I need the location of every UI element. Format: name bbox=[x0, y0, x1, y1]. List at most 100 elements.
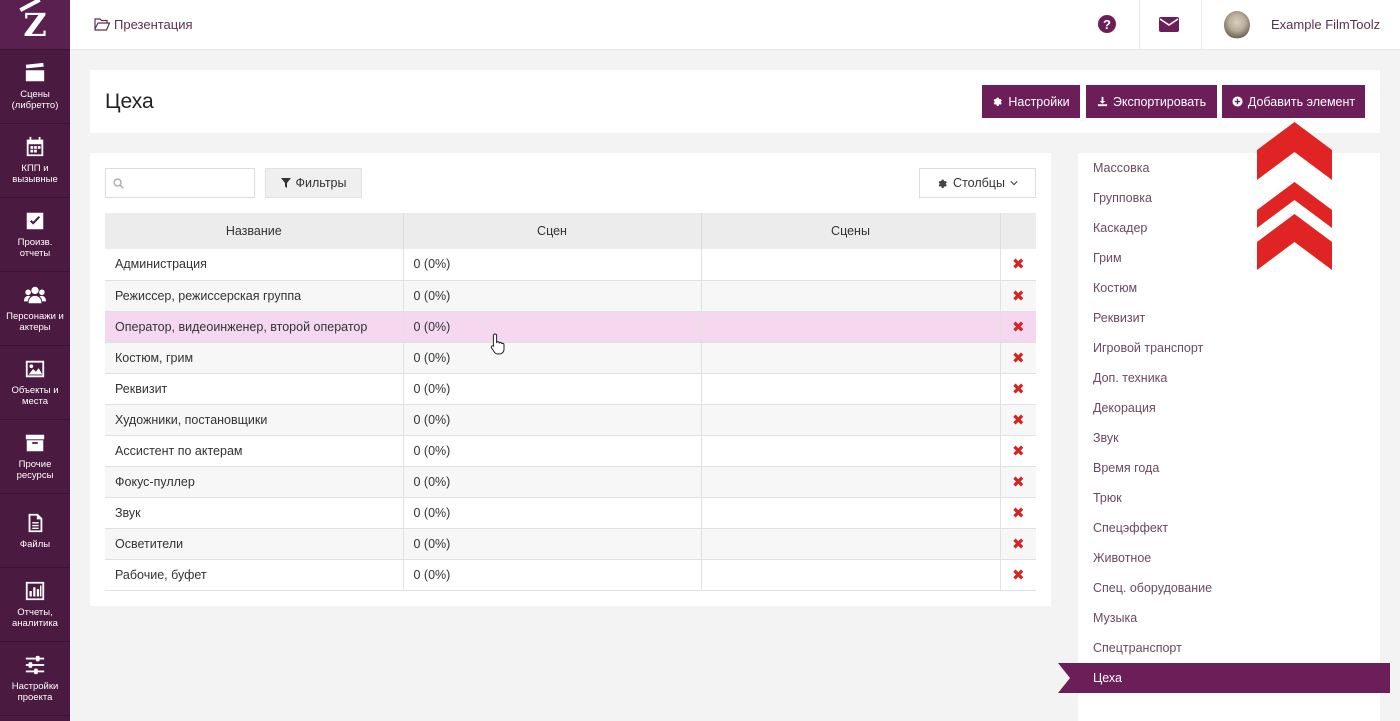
sidebar-item-locations[interactable]: Объекты и места bbox=[0, 346, 70, 420]
cell-scenes bbox=[701, 404, 1001, 436]
cell-scenes bbox=[701, 342, 1001, 374]
cell-name: Режиссер, режиссерская группа bbox=[105, 280, 404, 312]
delete-icon[interactable]: ✖ bbox=[1012, 412, 1025, 429]
cell-scenes bbox=[701, 280, 1001, 312]
category-item[interactable]: Игровой транспорт bbox=[1093, 341, 1203, 355]
delete-icon[interactable]: ✖ bbox=[1012, 443, 1025, 460]
category-item[interactable]: Время года bbox=[1093, 461, 1159, 475]
user-name[interactable]: Example FilmToolz bbox=[1271, 17, 1380, 32]
cell-count: 0 (0%) bbox=[403, 342, 702, 374]
app-logo[interactable]: Z bbox=[0, 0, 70, 50]
delete-icon[interactable]: ✖ bbox=[1012, 319, 1025, 336]
sidebar-item-label: Файлы bbox=[19, 538, 51, 550]
filter-button[interactable]: Фильтры bbox=[265, 168, 362, 198]
delete-icon[interactable]: ✖ bbox=[1012, 256, 1025, 273]
cell-scenes bbox=[701, 466, 1001, 498]
avatar[interactable] bbox=[1224, 11, 1250, 39]
table-row[interactable]: Звук 0 (0%) ✖ bbox=[105, 497, 1036, 529]
table-row[interactable]: Фокус-пуллер 0 (0%) ✖ bbox=[105, 466, 1036, 498]
category-item[interactable]: Трюк bbox=[1093, 491, 1122, 505]
column-header-actions bbox=[1000, 213, 1036, 249]
add-element-button[interactable]: Добавить элемент bbox=[1222, 85, 1365, 118]
search-icon bbox=[113, 178, 124, 189]
page-header: Цеха Настройки Экспортировать Добавить э… bbox=[90, 70, 1380, 133]
sidebar-item-reports[interactable]: Произв. отчеты bbox=[0, 198, 70, 272]
delete-cell: ✖ bbox=[1000, 280, 1036, 312]
category-item[interactable]: Звук bbox=[1093, 431, 1119, 445]
category-item[interactable]: Групповка bbox=[1093, 191, 1152, 205]
delete-icon[interactable]: ✖ bbox=[1012, 350, 1025, 367]
category-item[interactable]: Декорация bbox=[1093, 401, 1156, 415]
cell-name: Костюм, грим bbox=[105, 342, 404, 374]
page-title: Цеха bbox=[105, 90, 154, 113]
sidebar-item-analytics[interactable]: Отчеты, аналитика bbox=[0, 568, 70, 642]
sidebar-item-characters[interactable]: Персонажи и актеры bbox=[0, 272, 70, 346]
category-item[interactable]: Спец. оборудование bbox=[1093, 581, 1212, 595]
category-item[interactable]: Животное bbox=[1093, 551, 1151, 565]
sidebar-item-scenes[interactable]: Сцены (либретто) bbox=[0, 50, 70, 124]
category-item-active[interactable]: Цеха bbox=[1058, 663, 1390, 693]
breadcrumb[interactable]: Презентация bbox=[94, 17, 193, 32]
envelope-icon[interactable] bbox=[1159, 17, 1179, 32]
table-row[interactable]: Режиссер, режиссерская группа 0 (0%) ✖ bbox=[105, 280, 1036, 312]
gear-icon bbox=[938, 179, 947, 188]
cell-scenes bbox=[701, 373, 1001, 405]
table-row[interactable]: Оператор, видеоинженер, второй оператор 0… bbox=[105, 311, 1036, 343]
chevron-down-icon bbox=[1010, 181, 1018, 186]
cell-name: Осветители bbox=[105, 528, 404, 560]
cell-name: Администрация bbox=[105, 249, 404, 281]
delete-cell: ✖ bbox=[1000, 404, 1036, 436]
download-icon bbox=[1097, 96, 1107, 107]
column-header-name[interactable]: Название bbox=[105, 213, 404, 249]
sidebar-item-resources[interactable]: Прочие ресурсы bbox=[0, 420, 70, 494]
search-input[interactable] bbox=[128, 169, 253, 197]
table-row[interactable]: Ассистент по актерам 0 (0%) ✖ bbox=[105, 435, 1036, 467]
category-item[interactable]: Музыка bbox=[1093, 611, 1137, 625]
delete-cell: ✖ bbox=[1000, 528, 1036, 560]
delete-cell: ✖ bbox=[1000, 466, 1036, 498]
chevron-up-annotation-icon bbox=[1257, 122, 1332, 270]
category-item[interactable]: Спецтранспорт bbox=[1093, 641, 1182, 655]
column-header-scenes[interactable]: Сцены bbox=[701, 213, 1001, 249]
table-row[interactable]: Костюм, грим 0 (0%) ✖ bbox=[105, 342, 1036, 374]
sidebar-item-label: КПП и вызывные bbox=[12, 163, 58, 185]
delete-icon[interactable]: ✖ bbox=[1012, 474, 1025, 491]
delete-icon[interactable]: ✖ bbox=[1012, 505, 1025, 522]
sidebar-item-files[interactable]: Файлы bbox=[0, 494, 70, 568]
export-button-label: Экспортировать bbox=[1112, 94, 1207, 109]
delete-icon[interactable]: ✖ bbox=[1012, 567, 1025, 584]
settings-button[interactable]: Настройки bbox=[982, 85, 1080, 118]
category-item[interactable]: Массовка bbox=[1093, 161, 1149, 175]
cell-count: 0 (0%) bbox=[403, 528, 702, 560]
sidebar-item-label: Персонажи и актеры bbox=[6, 311, 64, 333]
cell-name: Фокус-пуллер bbox=[105, 466, 404, 498]
table-row[interactable]: Реквизит 0 (0%) ✖ bbox=[105, 373, 1036, 405]
table-row[interactable]: Администрация 0 (0%) ✖ bbox=[105, 249, 1036, 281]
table-row[interactable]: Рабочие, буфет 0 (0%) ✖ bbox=[105, 559, 1036, 591]
category-item[interactable]: Реквизит bbox=[1093, 311, 1145, 325]
category-item[interactable]: Доп. техника bbox=[1093, 371, 1167, 385]
delete-cell: ✖ bbox=[1000, 559, 1036, 591]
delete-icon[interactable]: ✖ bbox=[1012, 536, 1025, 553]
category-item[interactable]: Костюм bbox=[1093, 281, 1137, 295]
category-item[interactable]: Грим bbox=[1093, 251, 1122, 265]
help-icon[interactable]: ? bbox=[1098, 15, 1116, 33]
category-item[interactable]: Каскадер bbox=[1093, 221, 1147, 235]
sidebar-item-project-settings[interactable]: Настройки проекта bbox=[0, 642, 70, 716]
export-button[interactable]: Экспортировать bbox=[1086, 85, 1217, 118]
table-row[interactable]: Осветители 0 (0%) ✖ bbox=[105, 528, 1036, 560]
cell-count: 0 (0%) bbox=[403, 435, 702, 467]
sidebar-item-label: Сцены (либретто) bbox=[11, 89, 59, 111]
delete-cell: ✖ bbox=[1000, 373, 1036, 405]
sidebar-item-label: Объекты и места bbox=[11, 385, 59, 407]
column-header-count[interactable]: Сцен bbox=[403, 213, 702, 249]
columns-button[interactable]: Столбцы bbox=[919, 168, 1036, 198]
delete-icon[interactable]: ✖ bbox=[1012, 288, 1025, 305]
category-item[interactable]: Спецэффект bbox=[1093, 521, 1168, 535]
table-row[interactable]: Художники, постановщики 0 (0%) ✖ bbox=[105, 404, 1036, 436]
sidebar-item-calls[interactable]: КПП и вызывные bbox=[0, 124, 70, 198]
cell-name: Звук bbox=[105, 497, 404, 529]
sidebar-item-label: Произв. отчеты bbox=[17, 237, 53, 259]
delete-icon[interactable]: ✖ bbox=[1012, 381, 1025, 398]
crews-table: Название Сцен Сцены Администрация 0 (0%) ✖… bbox=[105, 213, 1036, 591]
